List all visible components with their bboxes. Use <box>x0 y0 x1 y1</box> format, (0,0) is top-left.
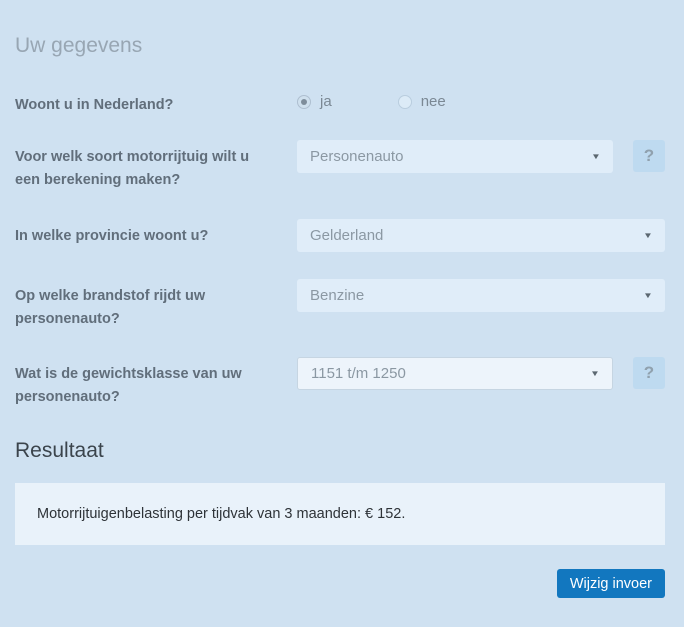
radio-label-nee: nee <box>421 93 446 111</box>
question-label: Op welke brandstof rijdt uw personenauto… <box>15 279 297 331</box>
section-title-gegevens: Uw gegevens <box>15 33 665 58</box>
section-title-resultaat: Resultaat <box>15 438 665 463</box>
select-soort-motorrijtuig[interactable]: Personenauto ▼ <box>297 140 613 173</box>
question-label: Woont u in Nederland? <box>15 88 297 117</box>
help-button-motorrijtuig[interactable]: ? <box>633 140 665 172</box>
footer-actions: Wijzig invoer <box>15 569 665 598</box>
select-value: Gelderland <box>310 227 383 244</box>
chevron-down-icon: ▼ <box>643 231 653 240</box>
select-value: 1151 t/m 1250 <box>311 365 406 382</box>
radio-option-ja[interactable]: ja <box>297 93 332 111</box>
question-row-woont-in-nederland: Woont u in Nederland? ja nee <box>15 88 665 121</box>
radio-icon-ja[interactable] <box>297 95 311 109</box>
question-row-brandstof: Op welke brandstof rijdt uw personenauto… <box>15 279 665 331</box>
select-gewichtsklasse[interactable]: 1151 t/m 1250 ▼ <box>297 357 613 390</box>
radio-option-nee[interactable]: nee <box>398 93 446 111</box>
question-label: Wat is de gewichtsklasse van uw personen… <box>15 357 297 409</box>
question-label: Voor welk soort motorrijtuig wilt u een … <box>15 140 297 192</box>
tax-calculator-panel: Uw gegevens Woont u in Nederland? ja nee… <box>0 0 684 598</box>
chevron-down-icon: ▼ <box>590 369 600 378</box>
radio-group-nederland: ja nee <box>297 88 665 111</box>
result-text: Motorrijtuigenbelasting per tijdvak van … <box>37 505 643 523</box>
chevron-down-icon: ▼ <box>643 291 653 300</box>
select-provincie[interactable]: Gelderland ▼ <box>297 219 665 252</box>
wijzig-invoer-button[interactable]: Wijzig invoer <box>557 569 665 598</box>
radio-icon-nee[interactable] <box>398 95 412 109</box>
question-row-soort-motorrijtuig: Voor welk soort motorrijtuig wilt u een … <box>15 140 665 192</box>
question-row-gewichtsklasse: Wat is de gewichtsklasse van uw personen… <box>15 357 665 409</box>
chevron-down-icon: ▼ <box>591 152 601 161</box>
question-label: In welke provincie woont u? <box>15 219 297 248</box>
radio-label-ja: ja <box>320 93 332 111</box>
help-button-gewichtsklasse[interactable]: ? <box>633 357 665 389</box>
question-row-provincie: In welke provincie woont u? Gelderland ▼ <box>15 219 665 252</box>
select-value: Personenauto <box>310 148 403 165</box>
select-value: Benzine <box>310 287 364 304</box>
result-box: Motorrijtuigenbelasting per tijdvak van … <box>15 483 665 545</box>
select-brandstof[interactable]: Benzine ▼ <box>297 279 665 312</box>
